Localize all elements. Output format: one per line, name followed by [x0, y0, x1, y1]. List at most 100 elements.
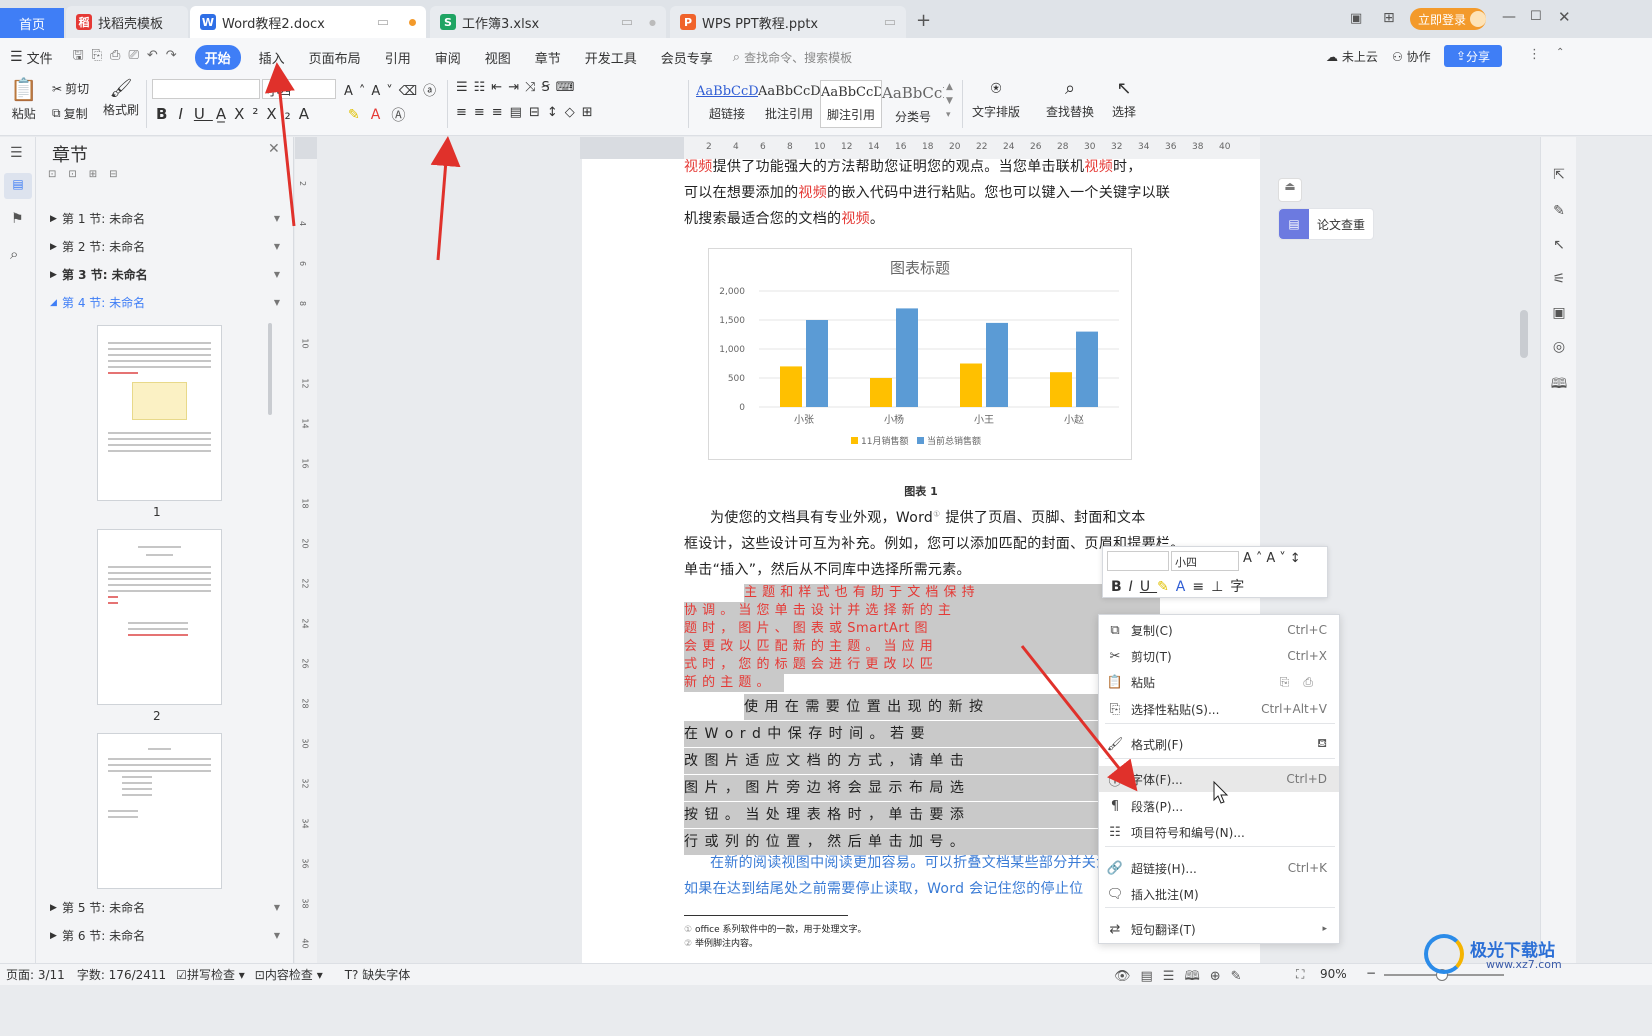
font-tools-row2[interactable]: B I U A̲X²X₂A [156, 105, 317, 123]
chapter-item[interactable]: ▶ 第 2 节: 未命名 ▼ [50, 238, 280, 255]
highlight-tools[interactable]: ✎ A Ⓐ [348, 105, 413, 125]
new-tab-plus-icon[interactable]: + [916, 10, 931, 31]
cloud-status[interactable]: ☁ 未上云 [1326, 48, 1378, 65]
tab-xlsx[interactable]: S 工作簿3.xlsx ▭ ● [430, 6, 666, 38]
menu-start[interactable]: 开始 [194, 44, 241, 70]
tab-pptx[interactable]: P WPS PPT教程.pptx ▭ [670, 6, 906, 38]
mini-format-tools[interactable]: BIU✎A≡⊥字 [1111, 576, 1251, 596]
context-item[interactable]: ⧉ 复制(C) Ctrl+C [1099, 617, 1339, 643]
book-icon[interactable]: 🕮 [1550, 373, 1568, 392]
menu-insert[interactable]: 插入 [247, 48, 297, 67]
monitor-icon[interactable]: ▭ [621, 15, 633, 30]
chapter-item[interactable]: ▶ 第 3 节: 未命名 ▼ [50, 266, 280, 283]
menu-file[interactable]: 文件 [23, 48, 65, 67]
chart-frame[interactable]: 图表标题 2,000 1,500 1,000 500 0 小张 小杨 小王 小赵 11月销售额 当前总… [708, 248, 1132, 460]
menu-reference[interactable]: 引用 [373, 48, 423, 67]
essay-check-button[interactable]: ▤ 论文查重 [1278, 208, 1374, 240]
paste-button[interactable]: 📋 粘贴 [10, 78, 37, 122]
close-icon[interactable]: ✕ [1558, 8, 1571, 26]
copy-button[interactable]: ⧉ 复制 [52, 105, 88, 122]
content-check[interactable]: ⊡内容检查 ▾ [255, 966, 323, 983]
command-search[interactable]: 查找命令、搜索模板 [744, 49, 852, 66]
collab-button[interactable]: ⚇ 协作 [1392, 48, 1431, 65]
pen-icon[interactable]: ✎ [1550, 203, 1568, 221]
quick-access-icons[interactable]: 🖫⎘⎙⎚↶↷ [73, 46, 185, 68]
missing-font[interactable]: T? 缺失字体 [345, 966, 411, 983]
chapter-item[interactable]: ▶ 第 6 节: 未命名 ▼ [50, 927, 280, 944]
menu-member[interactable]: 会员专享 [649, 48, 725, 67]
monitor-icon[interactable]: ▭ [884, 15, 896, 30]
settings-sliders-icon[interactable]: ⚟ [1550, 271, 1568, 289]
tab-word-doc[interactable]: W Word教程2.docx ▭ [190, 6, 426, 38]
mini-font-size[interactable]: 小四 [1171, 551, 1239, 571]
context-item[interactable]: ⎘ 选择性粘贴(S)... Ctrl+Alt+V [1099, 696, 1339, 722]
doc-scrollbar[interactable] [1520, 310, 1528, 358]
page-thumbnail[interactable] [97, 529, 222, 705]
menu-developer[interactable]: 开发工具 [573, 48, 649, 67]
style-classification[interactable]: AaBbCcI 分类号 [882, 80, 944, 128]
context-item[interactable]: ¶ 段落(P)... [1099, 793, 1339, 819]
apps-grid-icon[interactable]: ⊞ [1383, 10, 1395, 26]
find-replace-button[interactable]: ⌕ 查找替换 [1046, 78, 1094, 120]
tab-daoke[interactable]: 稻找稻壳模板 [66, 6, 188, 38]
word-count[interactable]: 字数: 176/2411 [77, 966, 166, 983]
pin-icon[interactable]: ⇱ [1550, 167, 1568, 185]
collapse-ribbon-icon[interactable]: ⌃ [1556, 47, 1564, 58]
monitor-icon[interactable]: ▭ [377, 15, 389, 30]
fit-page-icon[interactable]: ⛶ [1296, 967, 1304, 982]
search-icon[interactable]: ⌕ [10, 245, 18, 263]
menu-chapter[interactable]: 章节 [523, 48, 573, 67]
paragraph-tools-row2[interactable]: ≡≡≡▤⊟↕◇⊞ [456, 105, 600, 120]
zoom-out-icon[interactable]: − [1366, 966, 1376, 980]
menu-layout[interactable]: 页面布局 [297, 48, 373, 67]
mini-font-name[interactable] [1107, 551, 1169, 571]
context-item[interactable]: ✂ 剪切(T) Ctrl+X [1099, 643, 1339, 669]
chapter-nav-icon[interactable]: ▤ [4, 173, 32, 199]
context-item[interactable]: ⇄ 短句翻译(T) ▸ [1099, 916, 1339, 942]
context-item[interactable]: 🗨 插入批注(M) [1099, 881, 1339, 907]
page-count[interactable]: 页面: 3/11 [6, 966, 65, 983]
select-button[interactable]: ↖ 选择 [1112, 78, 1136, 120]
minimize-icon[interactable]: — [1502, 9, 1516, 25]
location-icon[interactable]: ◎ [1550, 339, 1568, 357]
style-footnote-ref[interactable]: AaBbCcDd 脚注引用 [820, 80, 882, 128]
maximize-icon[interactable]: ☐ [1530, 9, 1542, 24]
tab-home[interactable]: 首页 [0, 8, 64, 38]
page-thumbnail[interactable] [97, 325, 222, 501]
context-item[interactable]: 📋 粘贴 ⎘⎙ [1099, 669, 1339, 695]
window-layout-icon[interactable]: ▣ [1350, 11, 1362, 26]
style-comment-ref[interactable]: AaBbCcDd 批注引用 [758, 80, 820, 128]
bookmark-icon[interactable]: ⚑ [11, 211, 24, 227]
cut-button[interactable]: ✂ 剪切 [52, 80, 89, 97]
thumb-scrollbar[interactable] [268, 323, 272, 415]
zoom-level[interactable]: 90% [1320, 967, 1347, 981]
page-thumbnail[interactable] [97, 733, 222, 889]
menu-review[interactable]: 审阅 [423, 48, 473, 67]
more-icon[interactable]: ⋮ [1528, 47, 1541, 62]
share-button[interactable]: ⇪ 分享 [1444, 45, 1502, 67]
outline-icon[interactable]: ☰ [10, 145, 23, 161]
collapse-up-icon[interactable]: ⏏ [1278, 178, 1302, 202]
cursor-icon[interactable]: ↖ [1550, 237, 1568, 255]
context-item[interactable]: ☷ 项目符号和编号(N)... [1099, 819, 1339, 845]
pane-expand-icons[interactable]: ⊡⊡⊞⊟ [48, 169, 130, 180]
font-size-select[interactable]: 小四 [262, 79, 336, 99]
font-name-select[interactable] [152, 79, 260, 99]
font-tools-row1[interactable]: A˄A˅⌫ⓐ [344, 80, 442, 99]
stamp-icon[interactable]: ⛾ [1317, 736, 1327, 752]
chapter-item-active[interactable]: ◢ 第 4 节: 未命名 ▼ [50, 294, 280, 311]
text-layout-button[interactable]: ⍟ 文字排版 [972, 78, 1020, 120]
context-item[interactable]: 🔗 超链接(H)... Ctrl+K [1099, 855, 1339, 881]
paragraph-tools-row1[interactable]: ☰☷⇤⇥⤨Ꞩ⌨ [456, 80, 581, 95]
style-hyperlink[interactable]: AaBbCcDd 超链接 [696, 80, 758, 128]
menu-view[interactable]: 视图 [473, 48, 523, 67]
context-item[interactable]: Ⓣ 字体(F)... Ctrl+D [1099, 766, 1339, 792]
chapter-item[interactable]: ▶ 第 5 节: 未命名 ▼ [50, 899, 280, 916]
mini-size-tools[interactable]: A˄A˅↕ [1243, 551, 1305, 566]
login-button[interactable]: 立即登录 [1410, 8, 1486, 30]
chapter-item[interactable]: ▶ 第 1 节: 未命名 ▼ [50, 210, 280, 227]
paste-options-icons[interactable]: ⎘⎙ [1280, 675, 1327, 690]
image-icon[interactable]: ▣ [1550, 305, 1568, 323]
hamburger-icon[interactable]: ☰ [10, 49, 23, 65]
close-pane-icon[interactable]: ✕ [268, 141, 280, 157]
